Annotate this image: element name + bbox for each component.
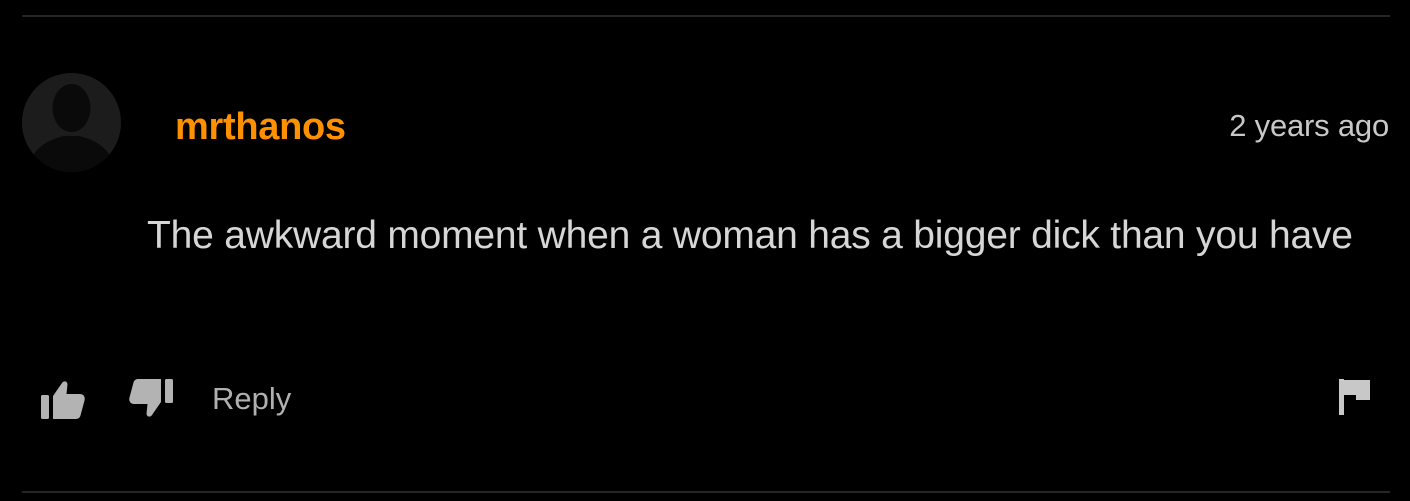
default-user-icon: [22, 73, 121, 172]
reply-button[interactable]: Reply: [208, 375, 295, 423]
comment-timestamp: 2 years ago: [1229, 108, 1389, 143]
thumbs-down-icon: [129, 379, 173, 417]
bottom-divider: [22, 491, 1390, 493]
comment-actions: Reply: [36, 375, 295, 423]
avatar[interactable]: [22, 73, 121, 172]
like-button[interactable]: [36, 375, 88, 423]
comment-page: mrthanos 2 years ago The awkward moment …: [0, 0, 1410, 501]
comment-body: The awkward moment when a woman has a bi…: [147, 214, 1353, 257]
comment-username[interactable]: mrthanos: [175, 104, 346, 150]
dislike-button[interactable]: [126, 375, 178, 423]
thumbs-up-icon: [41, 381, 85, 419]
top-divider: [22, 15, 1390, 17]
flag-icon: [1339, 379, 1370, 415]
flag-button[interactable]: [1330, 372, 1378, 420]
